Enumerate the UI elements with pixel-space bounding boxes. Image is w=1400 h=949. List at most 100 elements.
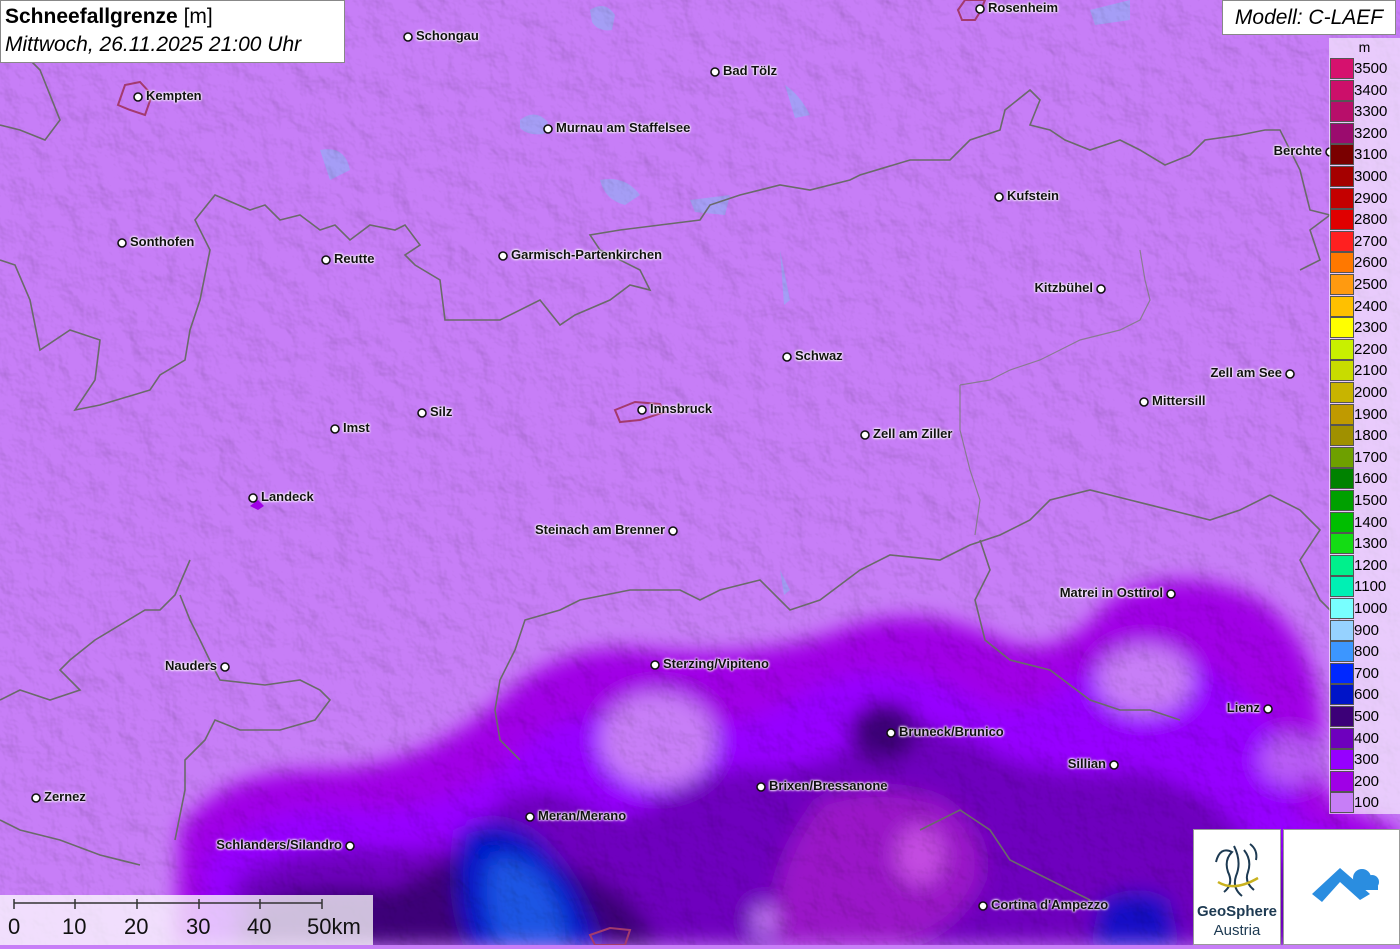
city-dot-kitzb-hel (1096, 284, 1106, 294)
legend-label-1200: 1200 (1354, 556, 1388, 574)
scale-bar: 0 10 20 30 40 50km (0, 895, 373, 945)
legend-label-900: 900 (1354, 621, 1380, 639)
legend-swatch-2400 (1330, 295, 1354, 317)
legend-swatch-1100 (1330, 576, 1354, 598)
model-label: Modell: C-LAEF (1222, 0, 1396, 35)
legend-swatch-1000 (1330, 598, 1354, 619)
city-label-zernez: Zernez (44, 789, 86, 804)
city-dot-silz (417, 408, 427, 418)
city-label-kempten: Kempten (146, 88, 202, 103)
city-dot-murnau-am-staffelsee (543, 124, 553, 134)
snowfall-line-map (0, 0, 1400, 945)
legend-swatch-2800 (1330, 209, 1354, 231)
legend-swatch-2000 (1330, 382, 1354, 403)
legend-swatch-400 (1330, 727, 1354, 749)
legend-swatch-1300 (1330, 533, 1354, 555)
legend-label-400: 400 (1354, 729, 1380, 747)
city-dot-schongau (403, 32, 413, 42)
city-label-nauders: Nauders (164, 658, 217, 673)
geosphere-emblem-icon (1215, 843, 1259, 897)
legend-swatch-1800 (1330, 425, 1354, 447)
legend-swatch-2500 (1330, 274, 1354, 295)
city-label-reutte: Reutte (334, 251, 375, 266)
legend-label-1600: 1600 (1354, 470, 1388, 488)
legend-swatch-2100 (1330, 360, 1354, 382)
legend-swatch-800 (1330, 641, 1354, 663)
city-dot-innsbruck (637, 405, 647, 415)
legend-label-2800: 2800 (1354, 211, 1388, 229)
legend-label-1400: 1400 (1354, 513, 1388, 531)
title-box: Schneefallgrenze [m] Mittwoch, 26.11.202… (0, 0, 345, 63)
forecast-datetime: Mittwoch, 26.11.2025 21:00 Uhr (5, 33, 302, 56)
city-label-matrei-in-osttirol: Matrei in Osttirol (1059, 585, 1163, 600)
city-label-meran-merano: Meran/Merano (538, 808, 627, 823)
city-label-schlanders-silandro: Schlanders/Silandro (216, 837, 342, 852)
city-dot-sillian (1109, 760, 1119, 770)
legend-label-100: 100 (1354, 794, 1380, 812)
city-label-bad-t-lz: Bad Tölz (723, 63, 778, 78)
legend-unit: m (1358, 39, 1371, 55)
city-label-zell-am-see: Zell am See (1210, 365, 1282, 380)
city-dot-zell-am-ziller (860, 430, 870, 440)
geosphere-logo[interactable]: GeoSphere Austria (1193, 829, 1281, 945)
city-label-schongau: Schongau (416, 28, 479, 43)
city-dot-matrei-in-osttirol (1166, 589, 1176, 599)
city-dot-sonthofen (117, 238, 127, 248)
city-dot-kempten (133, 92, 143, 102)
city-dot-reutte (321, 255, 331, 265)
legend-label-1700: 1700 (1354, 448, 1388, 466)
city-dot-schwaz (782, 352, 792, 362)
city-label-sonthofen: Sonthofen (130, 234, 195, 249)
legend-swatch-2200 (1330, 338, 1354, 360)
legend-label-1800: 1800 (1354, 427, 1388, 445)
city-label-zell-am-ziller: Zell am Ziller (873, 426, 953, 441)
city-label-rosenheim: Rosenheim (988, 0, 1059, 15)
city-dot-nauders (220, 662, 230, 672)
city-label-schwaz: Schwaz (795, 348, 843, 363)
legend-label-3300: 3300 (1354, 103, 1388, 121)
legend-label-3000: 3000 (1354, 168, 1388, 185)
city-label-steinach-am-brenner: Steinach am Brenner (534, 522, 665, 537)
legend-swatch-100 (1330, 792, 1354, 814)
city-dot-landeck (248, 493, 258, 503)
city-dot-bad-t-lz (710, 67, 720, 77)
city-dot-cortina-d-ampezzo (978, 901, 988, 911)
weather-app-logo[interactable] (1283, 829, 1400, 945)
legend-swatch-1900 (1330, 403, 1354, 425)
city-label-kufstein: Kufstein (1007, 188, 1059, 203)
legend-label-2500: 2500 (1354, 276, 1388, 293)
legend-swatch-3400 (1330, 79, 1354, 101)
city-label-murnau-am-staffelsee: Murnau am Staffelsee (556, 120, 691, 135)
legend-label-2700: 2700 (1354, 232, 1388, 250)
city-dot-zell-am-see (1285, 369, 1295, 379)
legend-swatch-2700 (1330, 230, 1354, 252)
legend-swatch-3000 (1330, 166, 1354, 187)
city-dot-garmisch-partenkirchen (498, 251, 508, 261)
city-dot-imst (330, 424, 340, 434)
legend-label-2200: 2200 (1354, 340, 1388, 358)
scale-label-20: 20 (124, 914, 149, 939)
legend-swatch-1400 (1330, 511, 1354, 533)
legend-swatch-1200 (1330, 554, 1354, 576)
legend-swatch-300 (1330, 749, 1354, 771)
legend-label-700: 700 (1354, 664, 1380, 682)
legend-label-2400: 2400 (1354, 297, 1388, 315)
scale-label-40: 40 (247, 914, 272, 939)
legend-label-2600: 2600 (1354, 254, 1388, 272)
color-legend: m 3500 3400 3300 3200 3100 3000 2900 2800 2700 26… (1329, 38, 1400, 814)
city-dot-steinach-am-brenner (668, 526, 678, 536)
city-dot-zernez (31, 793, 41, 803)
legend-label-3400: 3400 (1354, 81, 1388, 99)
city-dot-rosenheim (975, 4, 985, 14)
legend-swatch-700 (1330, 662, 1354, 684)
legend-swatch-2600 (1330, 252, 1354, 274)
mountain-cloud-icon (1312, 868, 1379, 902)
legend-label-1000: 1000 (1354, 600, 1388, 617)
city-dot-bruneck-brunico (886, 728, 896, 738)
legend-label-1500: 1500 (1354, 492, 1388, 509)
city-label-imst: Imst (343, 420, 370, 435)
legend-label-300: 300 (1354, 751, 1380, 769)
legend-swatch-3200 (1330, 122, 1354, 144)
legend-label-2300: 2300 (1354, 319, 1388, 337)
scale-bar-ruler (13, 899, 323, 909)
